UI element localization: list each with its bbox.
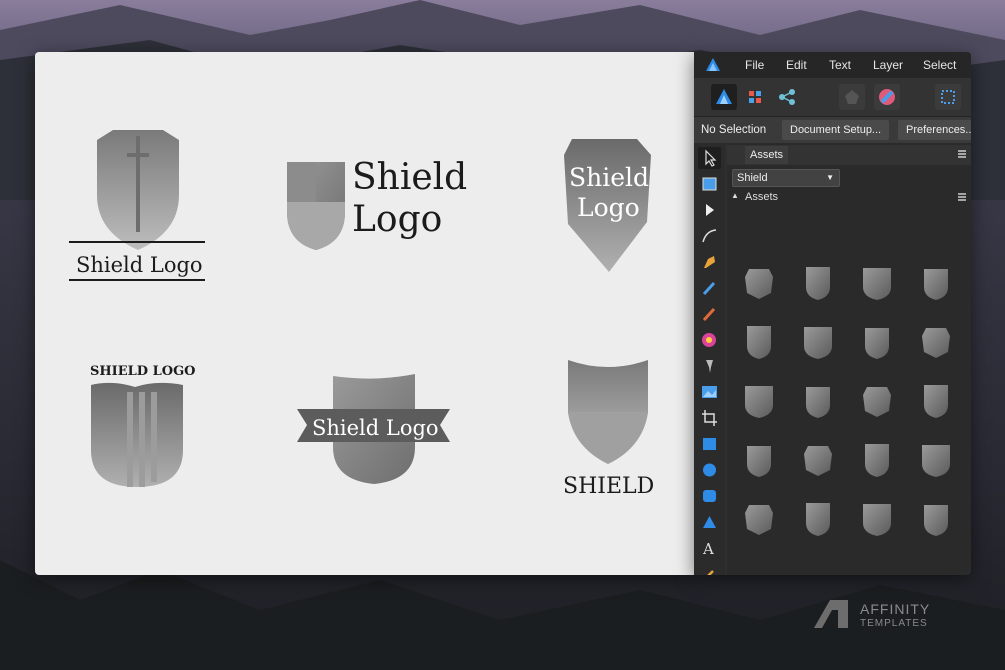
document-setup-button[interactable]: Document Setup... <box>782 120 890 140</box>
text-tool-icon[interactable]: A <box>698 537 721 559</box>
move-tool-icon[interactable] <box>698 147 721 169</box>
logo-6-text: SHIELD <box>563 474 655 499</box>
node-tool-icon[interactable] <box>698 199 721 221</box>
assets-panel: Assets Shield ▼ ▲ Assets <box>727 143 971 575</box>
artboard-tool-icon[interactable] <box>698 173 721 195</box>
menu-select[interactable]: Select <box>923 58 956 72</box>
image-tool-icon[interactable] <box>698 381 721 403</box>
menu-text[interactable]: Text <box>829 58 851 72</box>
asset-shield-thumbnail[interactable] <box>739 381 779 421</box>
asset-shield-thumbnail[interactable] <box>857 322 897 362</box>
asset-shield-thumbnail[interactable] <box>798 499 838 539</box>
asset-shield-thumbnail[interactable] <box>739 322 779 362</box>
category-dropdown-value: Shield <box>737 172 768 184</box>
fill-tool-icon[interactable] <box>698 329 721 351</box>
asset-shield-thumbnail[interactable] <box>798 440 838 480</box>
watermark-line1: AFFINITY <box>860 601 931 617</box>
ellipse-tool-icon[interactable] <box>698 459 721 481</box>
category-dropdown[interactable]: Shield ▼ <box>732 169 840 187</box>
snapping-icon[interactable] <box>839 84 865 110</box>
preferences-button[interactable]: Preferences... <box>898 120 971 140</box>
category-menu-icon[interactable] <box>958 192 966 206</box>
menu-edit[interactable]: Edit <box>786 58 807 72</box>
chevron-down-icon: ▼ <box>826 173 834 182</box>
panel-menu-icon[interactable] <box>958 149 966 159</box>
pencil-tool-icon[interactable] <box>698 277 721 299</box>
rectangle-tool-icon[interactable] <box>698 433 721 455</box>
export-persona-icon[interactable] <box>774 84 800 110</box>
rounded-rectangle-tool-icon[interactable] <box>698 485 721 507</box>
asset-shield-thumbnail[interactable] <box>739 499 779 539</box>
asset-shield-thumbnail[interactable] <box>739 263 779 303</box>
asset-shield-thumbnail[interactable] <box>857 381 897 421</box>
grid-icon[interactable] <box>935 84 961 110</box>
logo-3-text-line1: Shield <box>569 163 650 192</box>
asset-shield-thumbnail[interactable] <box>916 499 956 539</box>
document-canvas[interactable]: Shield Logo Shield Logo Shield Logo SHIE… <box>35 52 694 575</box>
logo-2-text-line2: Logo <box>352 199 443 240</box>
watermark-logo-icon <box>812 598 850 635</box>
asset-shield-thumbnail[interactable] <box>857 263 897 303</box>
tab-assets[interactable]: Assets <box>745 146 789 164</box>
pixel-persona-icon[interactable] <box>742 84 768 110</box>
shield-split-logo[interactable] <box>287 162 345 250</box>
collapse-arrow-icon[interactable]: ▲ <box>731 191 739 200</box>
asset-shield-thumbnail[interactable] <box>916 322 956 362</box>
assets-category-header[interactable]: ▲ Assets <box>727 189 971 207</box>
selection-status: No Selection <box>701 124 767 136</box>
assets-tab-row: Assets <box>727 145 971 165</box>
main-toolbar <box>694 78 971 117</box>
shield-pointed-logo[interactable] <box>568 360 648 464</box>
logo-3-text-line2: Logo <box>577 193 640 222</box>
tools-panel: A <box>694 143 725 575</box>
brush-tool-icon[interactable] <box>698 303 721 325</box>
asset-shield-thumbnail[interactable] <box>857 499 897 539</box>
designer-persona-icon[interactable] <box>711 84 737 110</box>
watermark-line2: TEMPLATES <box>860 618 928 629</box>
menu-layer[interactable]: Layer <box>873 58 903 72</box>
menu-bar: File Edit Text Layer Select <box>694 52 971 78</box>
logo-1-text: Shield Logo <box>76 253 203 277</box>
asset-shield-thumbnail[interactable] <box>916 263 956 303</box>
asset-shield-thumbnail[interactable] <box>798 263 838 303</box>
asset-shield-thumbnail[interactable] <box>798 322 838 362</box>
color-wheel-icon[interactable] <box>874 84 900 110</box>
color-picker-tool-icon[interactable] <box>698 563 721 575</box>
shield-stripes-logo[interactable] <box>91 382 183 487</box>
pen-tool-icon[interactable] <box>698 251 721 273</box>
asset-shield-thumbnail[interactable] <box>916 381 956 421</box>
transparency-tool-icon[interactable] <box>698 355 721 377</box>
corner-tool-icon[interactable] <box>698 225 721 247</box>
crop-tool-icon[interactable] <box>698 407 721 429</box>
affinity-app-icon[interactable] <box>704 56 722 74</box>
menu-file[interactable]: File <box>745 58 764 72</box>
triangle-tool-icon[interactable] <box>698 511 721 533</box>
asset-shield-thumbnail[interactable] <box>857 440 897 480</box>
context-toolbar: No Selection Document Setup... Preferenc… <box>694 117 971 143</box>
asset-shield-thumbnail[interactable] <box>739 440 779 480</box>
logo-2-text-line1: Shield <box>352 157 468 198</box>
affinity-templates-watermark: AFFINITY TEMPLATES <box>812 598 942 632</box>
affinity-designer-window: File Edit Text Layer Select No Selection… <box>694 52 971 575</box>
logo-5-text: Shield Logo <box>312 416 439 440</box>
svg-text:A: A <box>702 540 714 558</box>
asset-shield-thumbnail[interactable] <box>798 381 838 421</box>
logo-4-text: SHIELD LOGO <box>90 364 196 379</box>
category-label: Assets <box>745 191 779 203</box>
asset-shield-thumbnail[interactable] <box>916 440 956 480</box>
